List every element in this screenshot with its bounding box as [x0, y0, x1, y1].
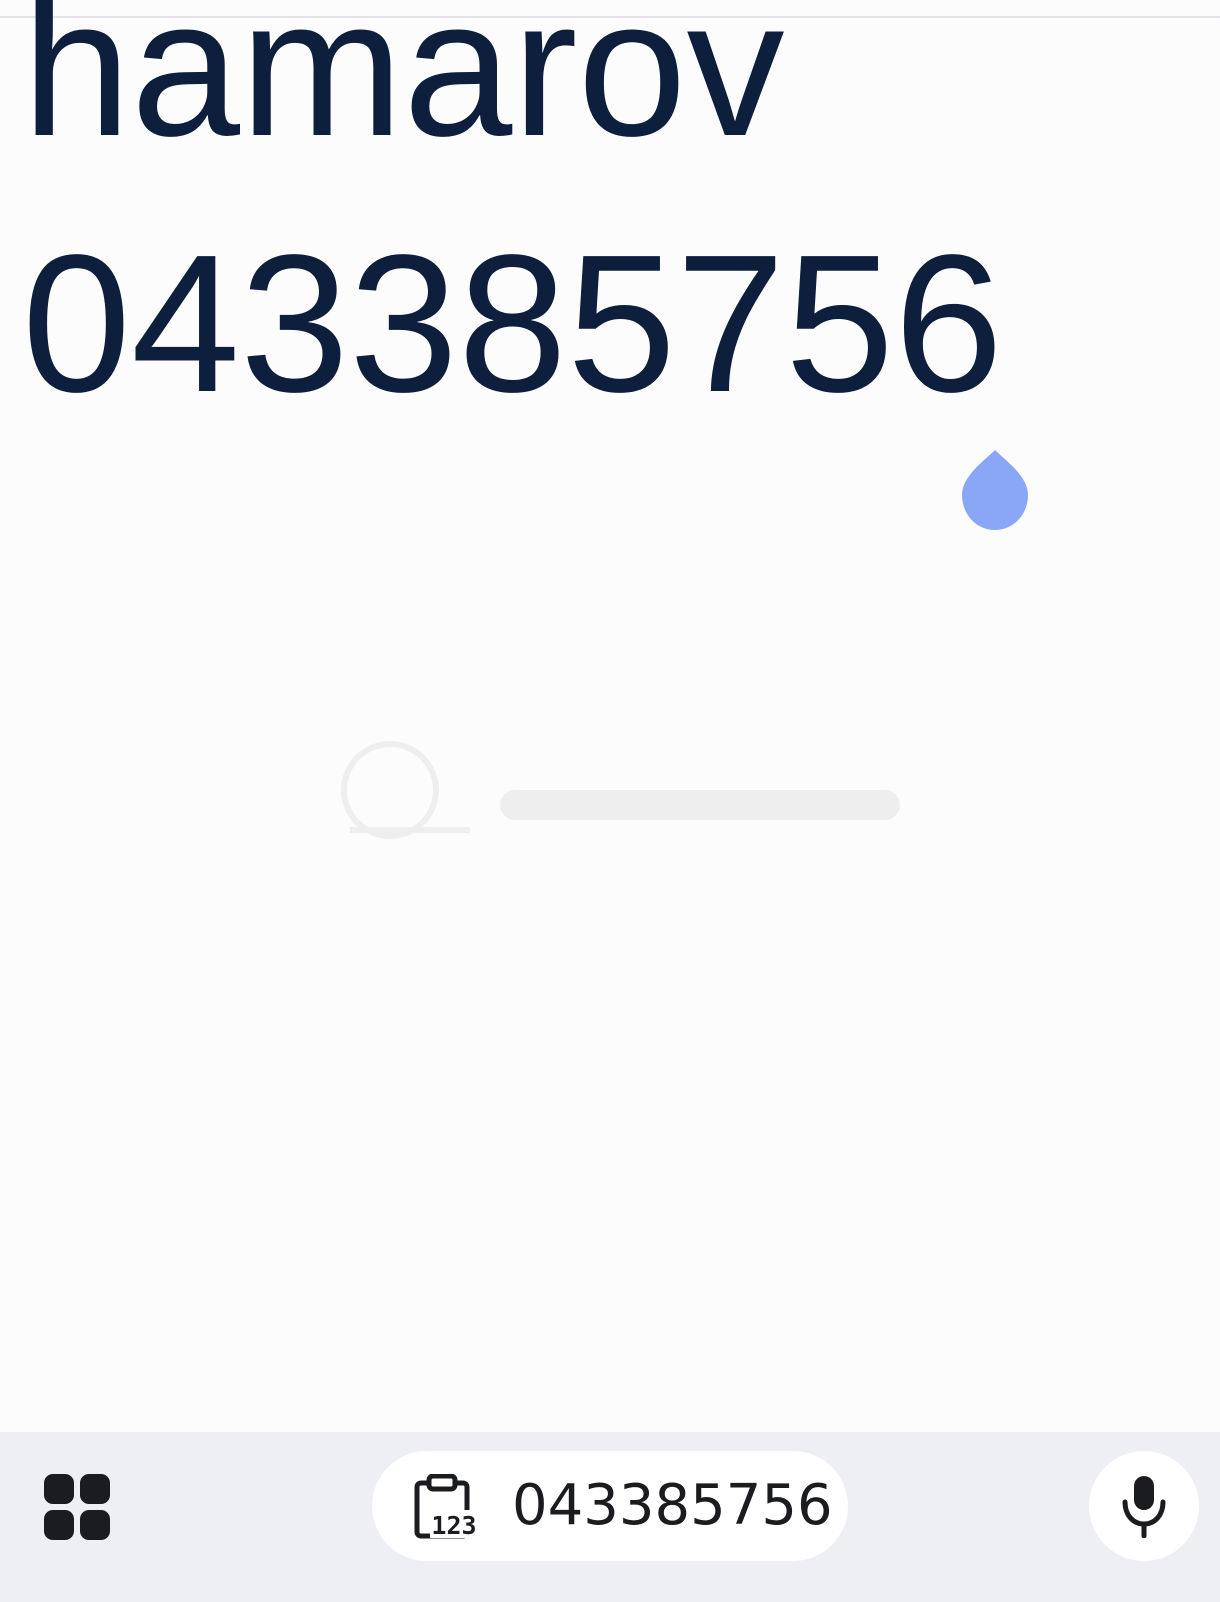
- clipboard-suggestion-chip[interactable]: 123 043385756: [372, 1451, 848, 1561]
- note-text-area[interactable]: hamarov 043385756: [0, 0, 1220, 1432]
- text-cursor-handle[interactable]: [962, 450, 1028, 530]
- note-line-number: 043385756: [22, 214, 1004, 433]
- note-line-name: hamarov: [22, 0, 785, 177]
- microphone-icon: [1122, 1476, 1166, 1538]
- suggestion-text: 043385756: [512, 1473, 833, 1538]
- apps-grid-icon[interactable]: [38, 1470, 110, 1542]
- microphone-button[interactable]: [1089, 1451, 1199, 1561]
- keyboard-toolbar: 123 043385756: [0, 1432, 1220, 1602]
- watermark-logo: [341, 741, 900, 839]
- clipboard-icon-label: 123: [431, 1511, 476, 1540]
- clipboard-123-icon: 123: [414, 1474, 478, 1540]
